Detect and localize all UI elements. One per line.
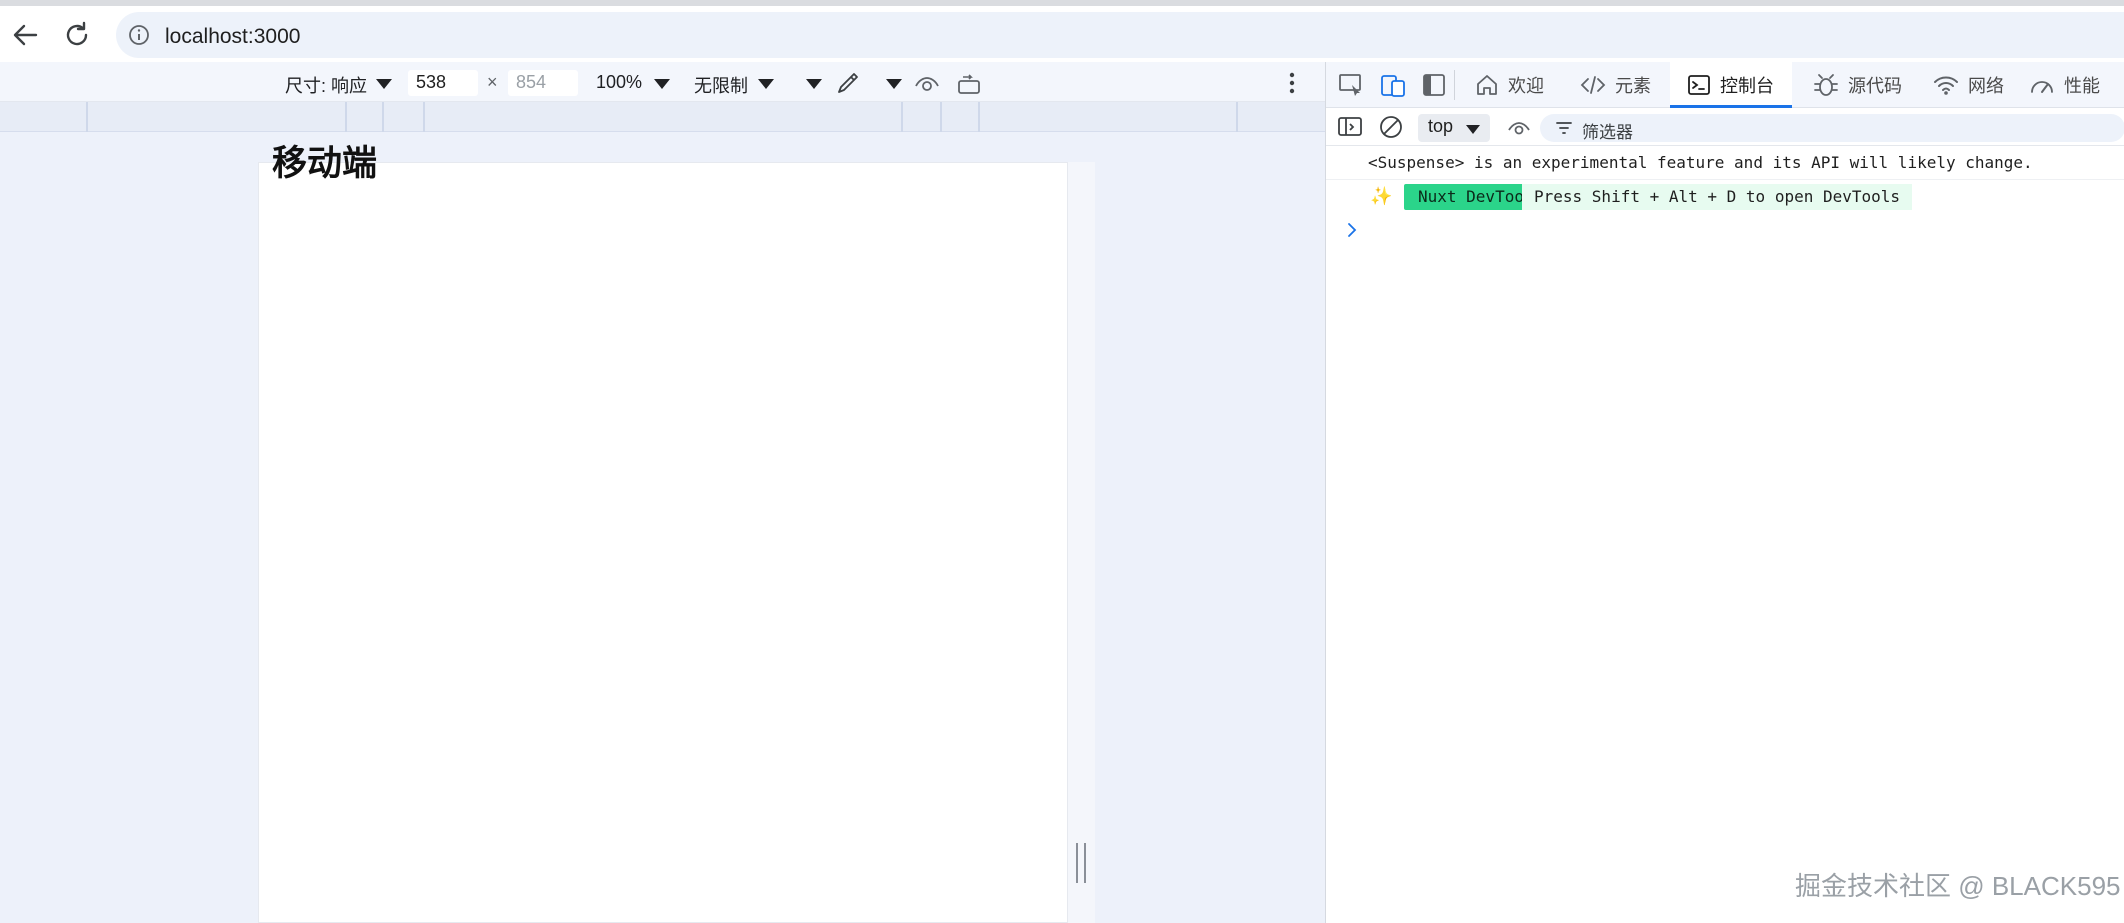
chevron-down-icon[interactable] [806, 79, 822, 89]
tab-network[interactable]: 网络 [1932, 62, 2004, 108]
console-message: <Suspense> is an experimental feature an… [1326, 146, 2124, 180]
console-toolbar: top 筛选器 [1326, 108, 2124, 146]
ruler-segment[interactable] [940, 102, 942, 132]
resize-handle[interactable] [1076, 843, 1086, 883]
chevron-down-icon[interactable] [758, 79, 774, 89]
tab-label: 欢迎 [1508, 76, 1544, 96]
url-text[interactable]: localhost:3000 [165, 25, 300, 49]
ruler-segment[interactable] [423, 102, 425, 132]
throttle-dropdown[interactable]: 无限制 [694, 72, 748, 98]
device-emulation-pane: 尺寸: 响应 538 × 854 100% 无限制 [0, 62, 1325, 923]
tab-welcome[interactable]: 欢迎 [1474, 62, 1544, 108]
ruler-segment[interactable] [1236, 102, 1238, 132]
watermark: 掘金技术社区 @ BLACK595 [1795, 871, 2121, 901]
device-toolbar: 尺寸: 响应 538 × 854 100% 无限制 [0, 62, 1325, 102]
page-title: 移动端 [272, 144, 378, 183]
tab-performance[interactable]: 性能 [2028, 62, 2100, 108]
console-message: ✨ Nuxt DevTools Press Shift + Alt + D to… [1326, 180, 2124, 214]
width-input[interactable]: 538 [408, 70, 478, 96]
tab-elements[interactable]: 元素 [1579, 62, 1651, 108]
tab-label: 网络 [1968, 76, 2004, 96]
eye-icon[interactable] [913, 70, 941, 98]
sidebar-toggle-icon[interactable] [1419, 70, 1449, 100]
chevron-down-icon[interactable] [886, 79, 902, 89]
bug-icon [1812, 71, 1840, 99]
live-expression-eye-icon[interactable] [1506, 115, 1532, 141]
site-info-icon[interactable] [126, 22, 152, 48]
console-sidebar-icon[interactable] [1336, 114, 1364, 140]
chevron-right-icon[interactable] [1344, 220, 1360, 240]
rotate-device-icon[interactable] [955, 70, 983, 98]
ruler-segment[interactable] [901, 102, 903, 132]
toolbar-divider [1454, 70, 1455, 100]
tab-sources[interactable]: 源代码 [1812, 62, 1902, 108]
sparkle-icon: ✨ [1370, 186, 1393, 207]
zoom-dropdown[interactable]: 100% [596, 72, 642, 93]
times-sign: × [487, 72, 498, 92]
ruler-segment[interactable] [978, 102, 980, 132]
ruler-segment[interactable] [86, 102, 88, 132]
chevron-down-icon[interactable] [376, 79, 392, 89]
wifi-icon [1932, 72, 1960, 98]
devtools-tab-bar: 欢迎 元素 控制台 源代码 网络 性能 [1326, 62, 2124, 108]
media-query-ruler[interactable] [0, 102, 1325, 132]
tab-label: 性能 [2064, 76, 2100, 96]
chevron-down-icon[interactable] [1466, 125, 1480, 134]
viewport-scrollbar[interactable] [1068, 162, 1095, 923]
eyedropper-icon[interactable] [832, 68, 862, 98]
tab-label: 元素 [1615, 76, 1651, 96]
ruler-segment[interactable] [382, 102, 384, 132]
chevron-down-icon[interactable] [654, 79, 670, 89]
code-icon [1579, 72, 1607, 98]
device-viewport [258, 162, 1068, 923]
tab-console[interactable]: 控制台 [1670, 62, 1792, 108]
more-vertical-icon[interactable] [1280, 70, 1304, 96]
devtools-panel: 欢迎 元素 控制台 源代码 网络 性能 top 筛选器 <Suspense> i… [1325, 62, 2124, 923]
inspect-element-icon[interactable] [1336, 70, 1366, 100]
home-icon [1474, 72, 1500, 98]
browser-toolbar: localhost:3000 [0, 6, 2124, 62]
console-icon [1686, 72, 1712, 98]
tab-label: 源代码 [1848, 76, 1902, 96]
console-output: <Suspense> is an experimental feature an… [1326, 146, 2124, 923]
nuxt-message: Press Shift + Alt + D to open DevTools [1522, 184, 1913, 210]
gauge-icon [2028, 72, 2056, 98]
tab-label: 控制台 [1720, 76, 1774, 96]
clear-console-icon[interactable] [1378, 114, 1404, 140]
back-arrow-icon[interactable] [8, 18, 42, 52]
ruler-segment[interactable] [345, 102, 347, 132]
device-toggle-icon[interactable] [1378, 70, 1408, 100]
address-bar[interactable] [116, 12, 2124, 58]
reload-icon[interactable] [60, 18, 94, 52]
filter-icon [1554, 118, 1574, 138]
height-input[interactable]: 854 [508, 70, 578, 96]
dimensions-dropdown[interactable]: 尺寸: 响应 [285, 72, 367, 98]
filter-placeholder: 筛选器 [1582, 123, 1633, 142]
